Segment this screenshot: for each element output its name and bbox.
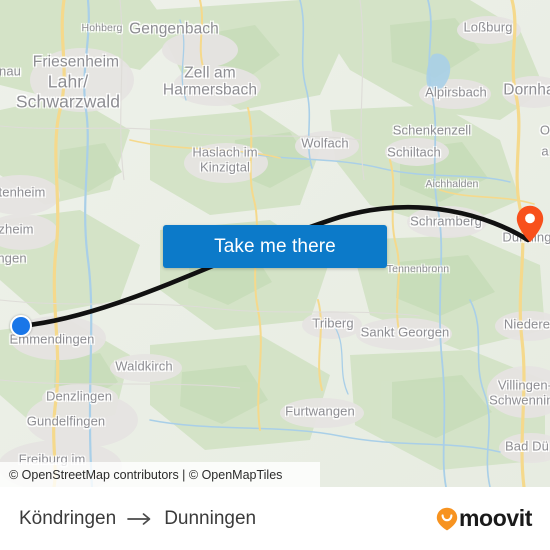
attribution-text: © OpenStreetMap contributors | © OpenMap… [9,467,283,482]
route-summary: Köndringen Dunningen [19,508,256,530]
destination-marker[interactable] [516,205,544,243]
map-pin-icon [516,205,544,243]
arrow-right-icon [127,512,151,525]
moovit-wordmark: moovit [459,505,532,531]
destination-name: Dunningen [164,507,257,529]
footer-bar: Köndringen Dunningen moovit [0,487,550,550]
moovit-pin-icon [436,507,458,530]
take-me-there-button[interactable]: Take me there [163,225,387,268]
map-canvas[interactable]: nau Hohberg Gengenbach Friesenheim Lahr/ Sch… [0,0,550,487]
map-attribution: © OpenStreetMap contributors | © OpenMap… [0,462,320,487]
moovit-route-widget: nau Hohberg Gengenbach Friesenheim Lahr/ Sch… [0,0,550,550]
origin-marker[interactable] [10,315,32,337]
cta-label: Take me there [214,235,336,257]
moovit-logo[interactable]: moovit [436,507,532,531]
origin-name: Köndringen [19,507,117,529]
